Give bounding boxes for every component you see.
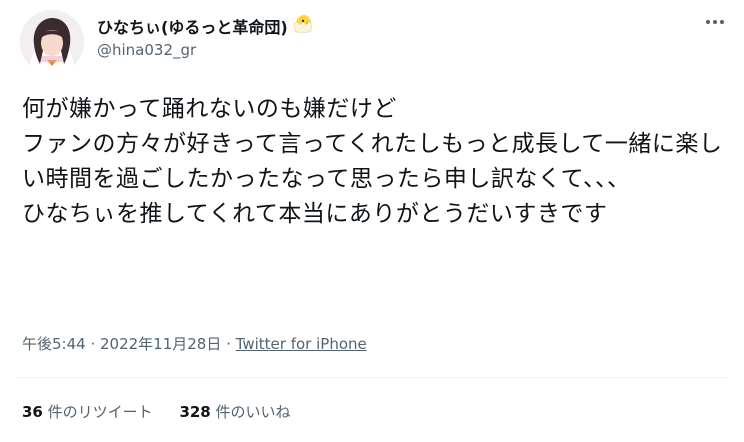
meta-separator: · <box>221 335 236 353</box>
more-options-icon[interactable] <box>702 12 728 32</box>
tweet-stats: 36 件のリツイート 328 件のいいね <box>22 401 313 422</box>
tweet-text: 何が嫌かって踊れないのも嫌だけど ファンの方々が好きって言ってくれたしもっと成長… <box>22 96 723 227</box>
author-handle[interactable]: @hina032_gr <box>97 41 196 59</box>
likes-stat[interactable]: 328 件のいいね <box>179 403 290 421</box>
tweet-metadata: 午後5:44 · 2022年11月28日 · Twitter for iPhon… <box>22 333 367 354</box>
likes-count: 328 <box>179 403 211 421</box>
author-name-text: ひなちぃ(ゆるっと革命団) <box>97 18 288 37</box>
tweet-date[interactable]: 2022年11月28日 <box>100 335 221 353</box>
author-display-name[interactable]: ひなちぃ(ゆるっと革命団) <box>97 14 314 38</box>
likes-label: 件のいいね <box>210 403 291 421</box>
tweet-source-link[interactable]: Twitter for iPhone <box>236 335 367 353</box>
hatching-chick-icon <box>292 14 314 38</box>
tweet-time[interactable]: 午後5:44 <box>22 335 86 353</box>
meta-separator: · <box>85 335 100 353</box>
retweets-stat[interactable]: 36 件のリツイート <box>22 403 153 421</box>
divider <box>16 377 728 378</box>
retweets-label: 件のリツイート <box>42 403 153 421</box>
avatar-image <box>20 10 84 74</box>
retweets-count: 36 <box>22 403 43 421</box>
avatar[interactable] <box>20 10 84 74</box>
